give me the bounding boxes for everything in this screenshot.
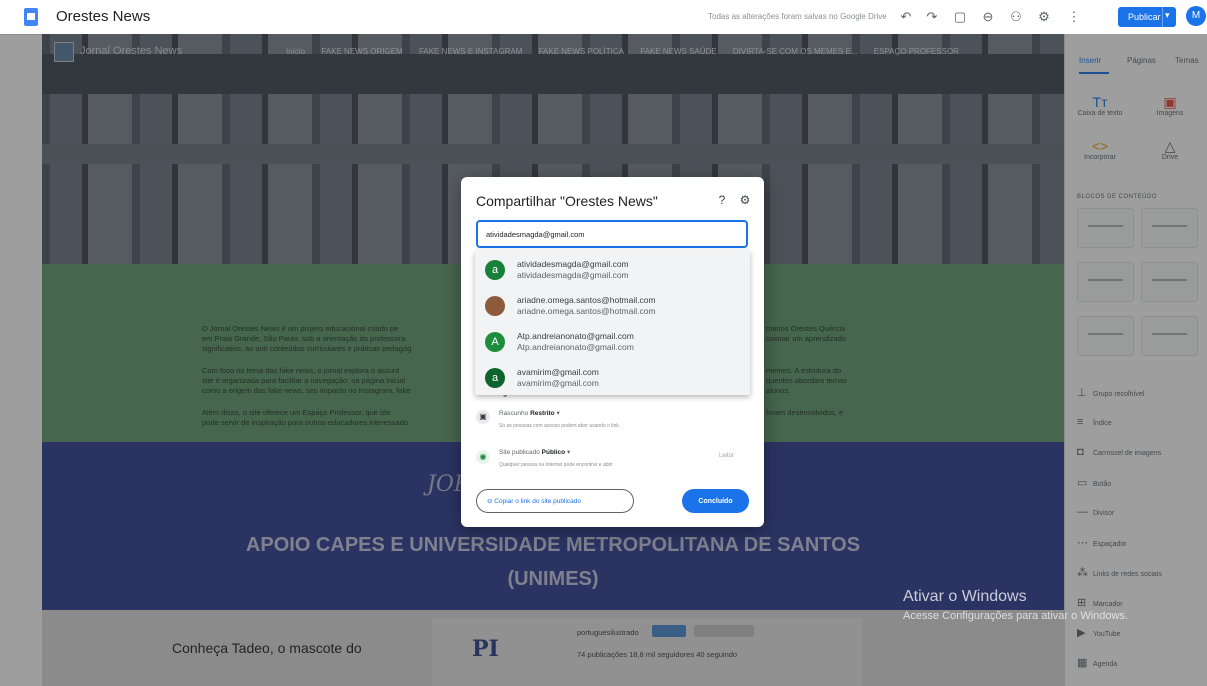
- done-button[interactable]: Concluído: [682, 489, 749, 513]
- suggestion-name: atividadesmagda@gmail.com: [517, 259, 629, 269]
- draft-access-select[interactable]: Restrito: [530, 410, 555, 417]
- avatar: [485, 296, 505, 316]
- more-icon[interactable]: ⋮: [1066, 9, 1082, 25]
- windows-activation-title: Ativar o Windows: [903, 588, 1027, 605]
- suggestion-item[interactable]: a atividadesmagda@gmail.com atividadesma…: [475, 252, 750, 288]
- avatar: a: [485, 368, 505, 388]
- settings-icon[interactable]: ⚙: [1036, 9, 1052, 25]
- chevron-down-icon[interactable]: ▾: [1165, 10, 1170, 21]
- suggestion-item[interactable]: ariadne.omega.santos@hotmail.com ariadne…: [475, 288, 750, 324]
- published-role: Leitor: [719, 453, 735, 459]
- site-name[interactable]: Orestes News: [56, 8, 150, 25]
- globe-icon: ◉: [476, 450, 490, 464]
- undo-icon[interactable]: ↶: [898, 9, 914, 25]
- publish-label: Publicar: [1128, 12, 1161, 22]
- suggestion-name: Atp.andreianonato@gmail.com: [517, 331, 634, 341]
- suggestion-item[interactable]: A Atp.andreianonato@gmail.com Atp.andrei…: [475, 324, 750, 360]
- suggestion-email: avamirim@gmail.com: [517, 378, 599, 388]
- gear-icon[interactable]: ⚙: [738, 193, 752, 207]
- published-access-row[interactable]: Site publicado Público ▾: [499, 448, 570, 456]
- top-bar: Orestes News Todas as alterações foram s…: [0, 0, 1207, 35]
- avatar: a: [485, 260, 505, 280]
- account-avatar[interactable]: M: [1186, 6, 1206, 26]
- suggestion-email: ariadne.omega.santos@hotmail.com: [517, 306, 656, 316]
- suggestion-email: Atp.andreianonato@gmail.com: [517, 342, 634, 352]
- share-user-icon[interactable]: ⚇: [1008, 9, 1024, 25]
- sites-logo-icon[interactable]: [24, 8, 38, 26]
- avatar: A: [485, 332, 505, 352]
- suggestion-name: ariadne.omega.santos@hotmail.com: [517, 295, 656, 305]
- dialog-title: Compartilhar "Orestes News": [476, 193, 658, 209]
- draft-access-row[interactable]: Rascunho Restrito ▾: [499, 409, 560, 417]
- preview-icon[interactable]: ▢: [952, 9, 968, 25]
- suggestion-item[interactable]: a avamirim@gmail.com avamirim@gmail.com: [475, 360, 750, 396]
- suggestion-email: atividadesmagda@gmail.com: [517, 270, 629, 280]
- copy-link-button[interactable]: ⊖ Copiar o link do site publicado: [476, 489, 634, 513]
- published-access-select[interactable]: Público: [542, 449, 565, 456]
- redo-icon[interactable]: ↷: [924, 9, 940, 25]
- draft-access-desc: Só as pessoas com acesso podem abrir usa…: [499, 423, 621, 429]
- link-icon[interactable]: ⊖: [980, 9, 996, 25]
- share-email-input[interactable]: [476, 220, 748, 248]
- lock-icon: ▣: [476, 410, 490, 424]
- suggestion-name: avamirim@gmail.com: [517, 367, 599, 377]
- save-status: Todas as alterações foram salvas no Goog…: [708, 12, 887, 21]
- windows-activation-text: Acesse Configurações para ativar o Windo…: [903, 610, 1128, 622]
- suggestion-list: a atividadesmagda@gmail.com atividadesma…: [475, 250, 750, 395]
- help-icon[interactable]: ?: [715, 193, 729, 207]
- publish-button[interactable]: Publicar ▾: [1118, 7, 1176, 27]
- published-access-desc: Qualquer pessoa na Internet pode encontr…: [499, 462, 613, 468]
